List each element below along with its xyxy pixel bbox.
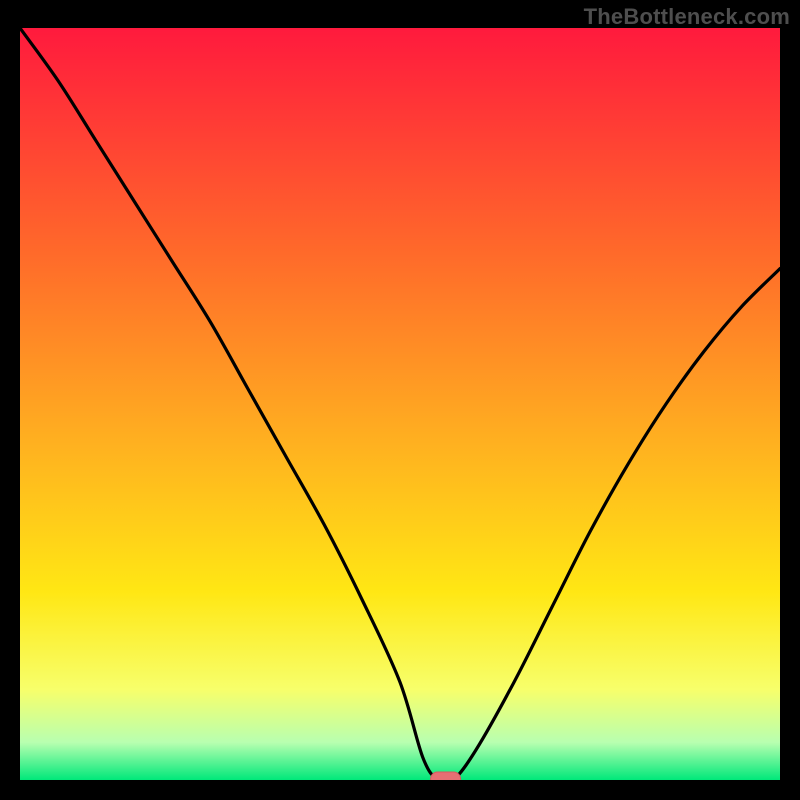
optimal-marker [431,772,461,780]
plot-area [20,28,780,780]
watermark-text: TheBottleneck.com [584,4,790,30]
bottleneck-chart [20,28,780,780]
chart-frame: TheBottleneck.com [0,0,800,800]
